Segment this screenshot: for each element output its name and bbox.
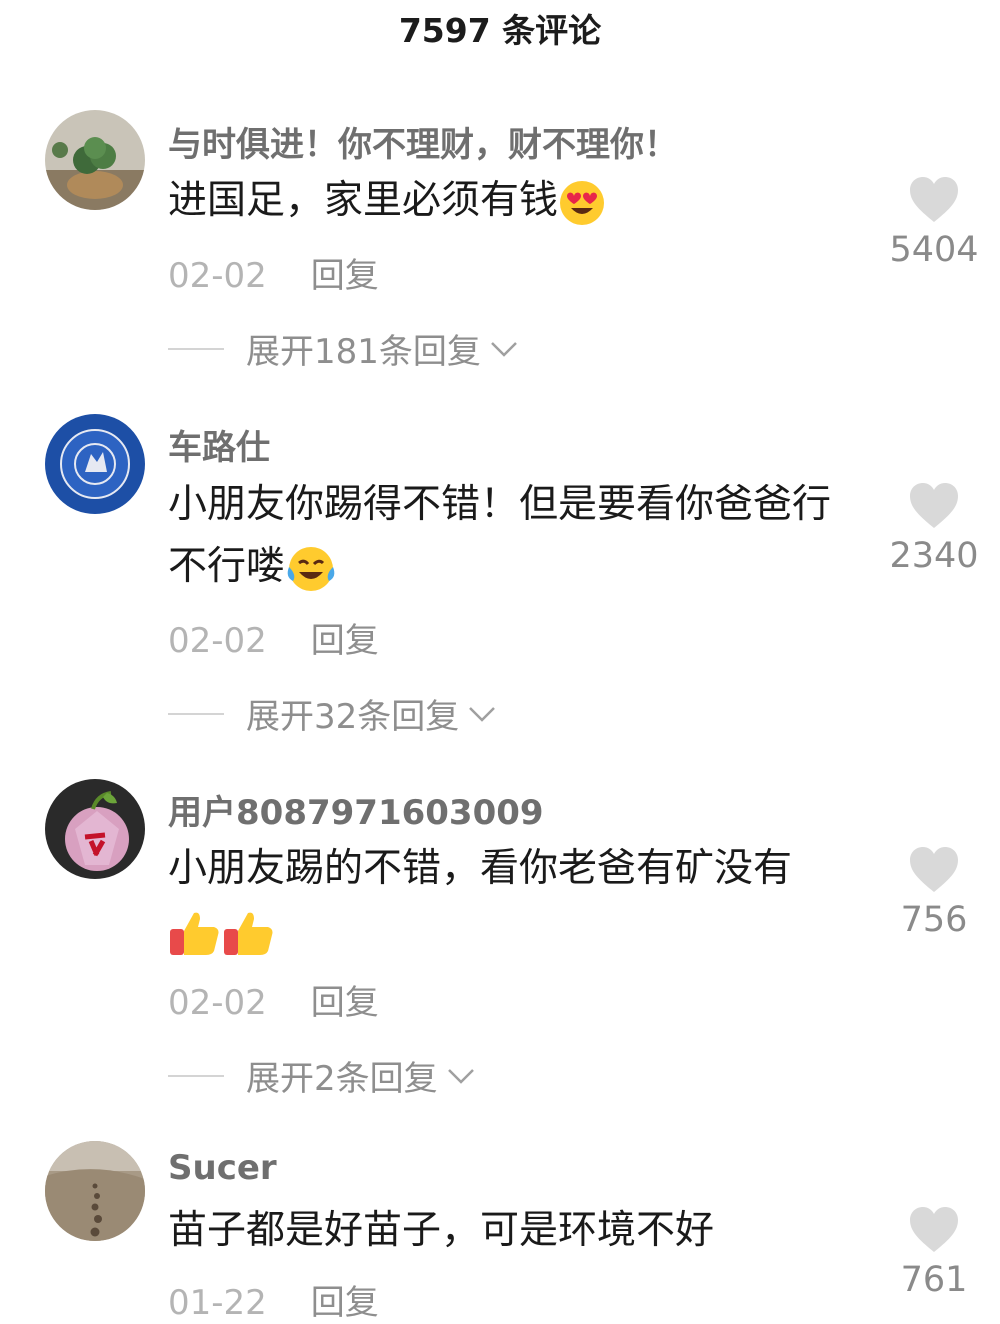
avatar[interactable] — [45, 414, 145, 514]
comment-date: 02-02 — [168, 983, 267, 1023]
comment-text-content: 小朋友你踢得不错！但是要看你爸爸行不行喽 — [168, 482, 832, 589]
like-button[interactable]: 5404 — [879, 176, 989, 270]
comment-text: 小朋友你踢得不错！但是要看你爸爸行不行喽 — [168, 474, 858, 598]
username[interactable]: 与时俱进！你不理财，财不理你！ — [168, 117, 678, 166]
divider-line — [168, 347, 224, 350]
expand-replies-label: 展开181条回复 — [246, 332, 481, 372]
reply-button[interactable]: 回复 — [311, 621, 379, 661]
username[interactable]: 车路仕 — [168, 420, 270, 469]
heart-icon — [910, 847, 958, 892]
comment-date: 02-02 — [168, 621, 267, 661]
heart-icon — [910, 1207, 958, 1252]
chevron-down-icon — [491, 341, 517, 357]
like-count: 761 — [900, 1260, 968, 1300]
comment-text-content: 进国足，家里必须有钱 — [168, 178, 559, 223]
avatar-club-crest-image — [45, 414, 145, 514]
comment-text-content: 小朋友踢的不错，看你老爸有矿没有 — [168, 846, 793, 891]
like-button[interactable]: 761 — [879, 1206, 989, 1300]
comment-date: 01-22 — [168, 1283, 267, 1323]
heart-icon — [910, 177, 958, 222]
expand-replies-label: 展开2条回复 — [246, 1059, 438, 1099]
divider-line — [168, 712, 224, 715]
expand-replies-button[interactable]: 展开181条回复 — [168, 324, 519, 373]
comment-text: 苗子都是好苗子，可是环境不好 — [168, 1200, 858, 1262]
thumbs-up-emoji-icon — [224, 912, 273, 955]
comment-date: 02-02 — [168, 256, 267, 296]
username[interactable]: 用户8087971603009 — [168, 785, 544, 834]
avatar-plant-image — [45, 110, 145, 210]
avatar-crystal-apple-image — [45, 779, 145, 879]
expand-replies-label: 展开32条回复 — [246, 697, 460, 737]
like-count: 5404 — [889, 230, 979, 270]
comment-text-content: 苗子都是好苗子，可是环境不好 — [168, 1208, 715, 1253]
expand-replies-button[interactable]: 展开2条回复 — [168, 1051, 476, 1100]
comment-meta: 02-02 回复 — [168, 975, 379, 1024]
comment-meta: 02-02 回复 — [168, 613, 379, 662]
chevron-down-icon — [447, 1068, 474, 1084]
comment-text: 进国足，家里必须有钱 — [168, 170, 858, 232]
heart-eyes-emoji-icon — [560, 180, 605, 225]
chevron-down-icon — [469, 706, 496, 722]
reply-button[interactable]: 回复 — [311, 983, 379, 1023]
like-button[interactable]: 756 — [879, 846, 989, 940]
heart-icon — [910, 483, 958, 528]
avatar[interactable] — [45, 1141, 145, 1241]
avatar[interactable] — [45, 110, 145, 210]
tears-of-joy-emoji-icon — [287, 546, 335, 591]
username[interactable]: Sucer — [168, 1148, 277, 1188]
like-button[interactable]: 2340 — [879, 482, 989, 576]
comment-text: 小朋友踢的不错，看你老爸有矿没有 — [168, 838, 858, 962]
reply-button[interactable]: 回复 — [311, 256, 379, 296]
like-count: 2340 — [889, 536, 979, 576]
thumbs-up-emoji-icon — [170, 912, 219, 955]
divider-line — [168, 1074, 224, 1077]
like-count: 756 — [900, 900, 968, 940]
comment-meta: 01-22 回复 — [168, 1275, 379, 1324]
comment-meta: 02-02 回复 — [168, 248, 379, 297]
comments-count-title: 7597 条评论 — [398, 11, 602, 50]
avatar-desert-footprints-image — [45, 1141, 145, 1241]
reply-button[interactable]: 回复 — [311, 1283, 379, 1323]
expand-replies-button[interactable]: 展开32条回复 — [168, 689, 497, 738]
avatar[interactable] — [45, 779, 145, 879]
